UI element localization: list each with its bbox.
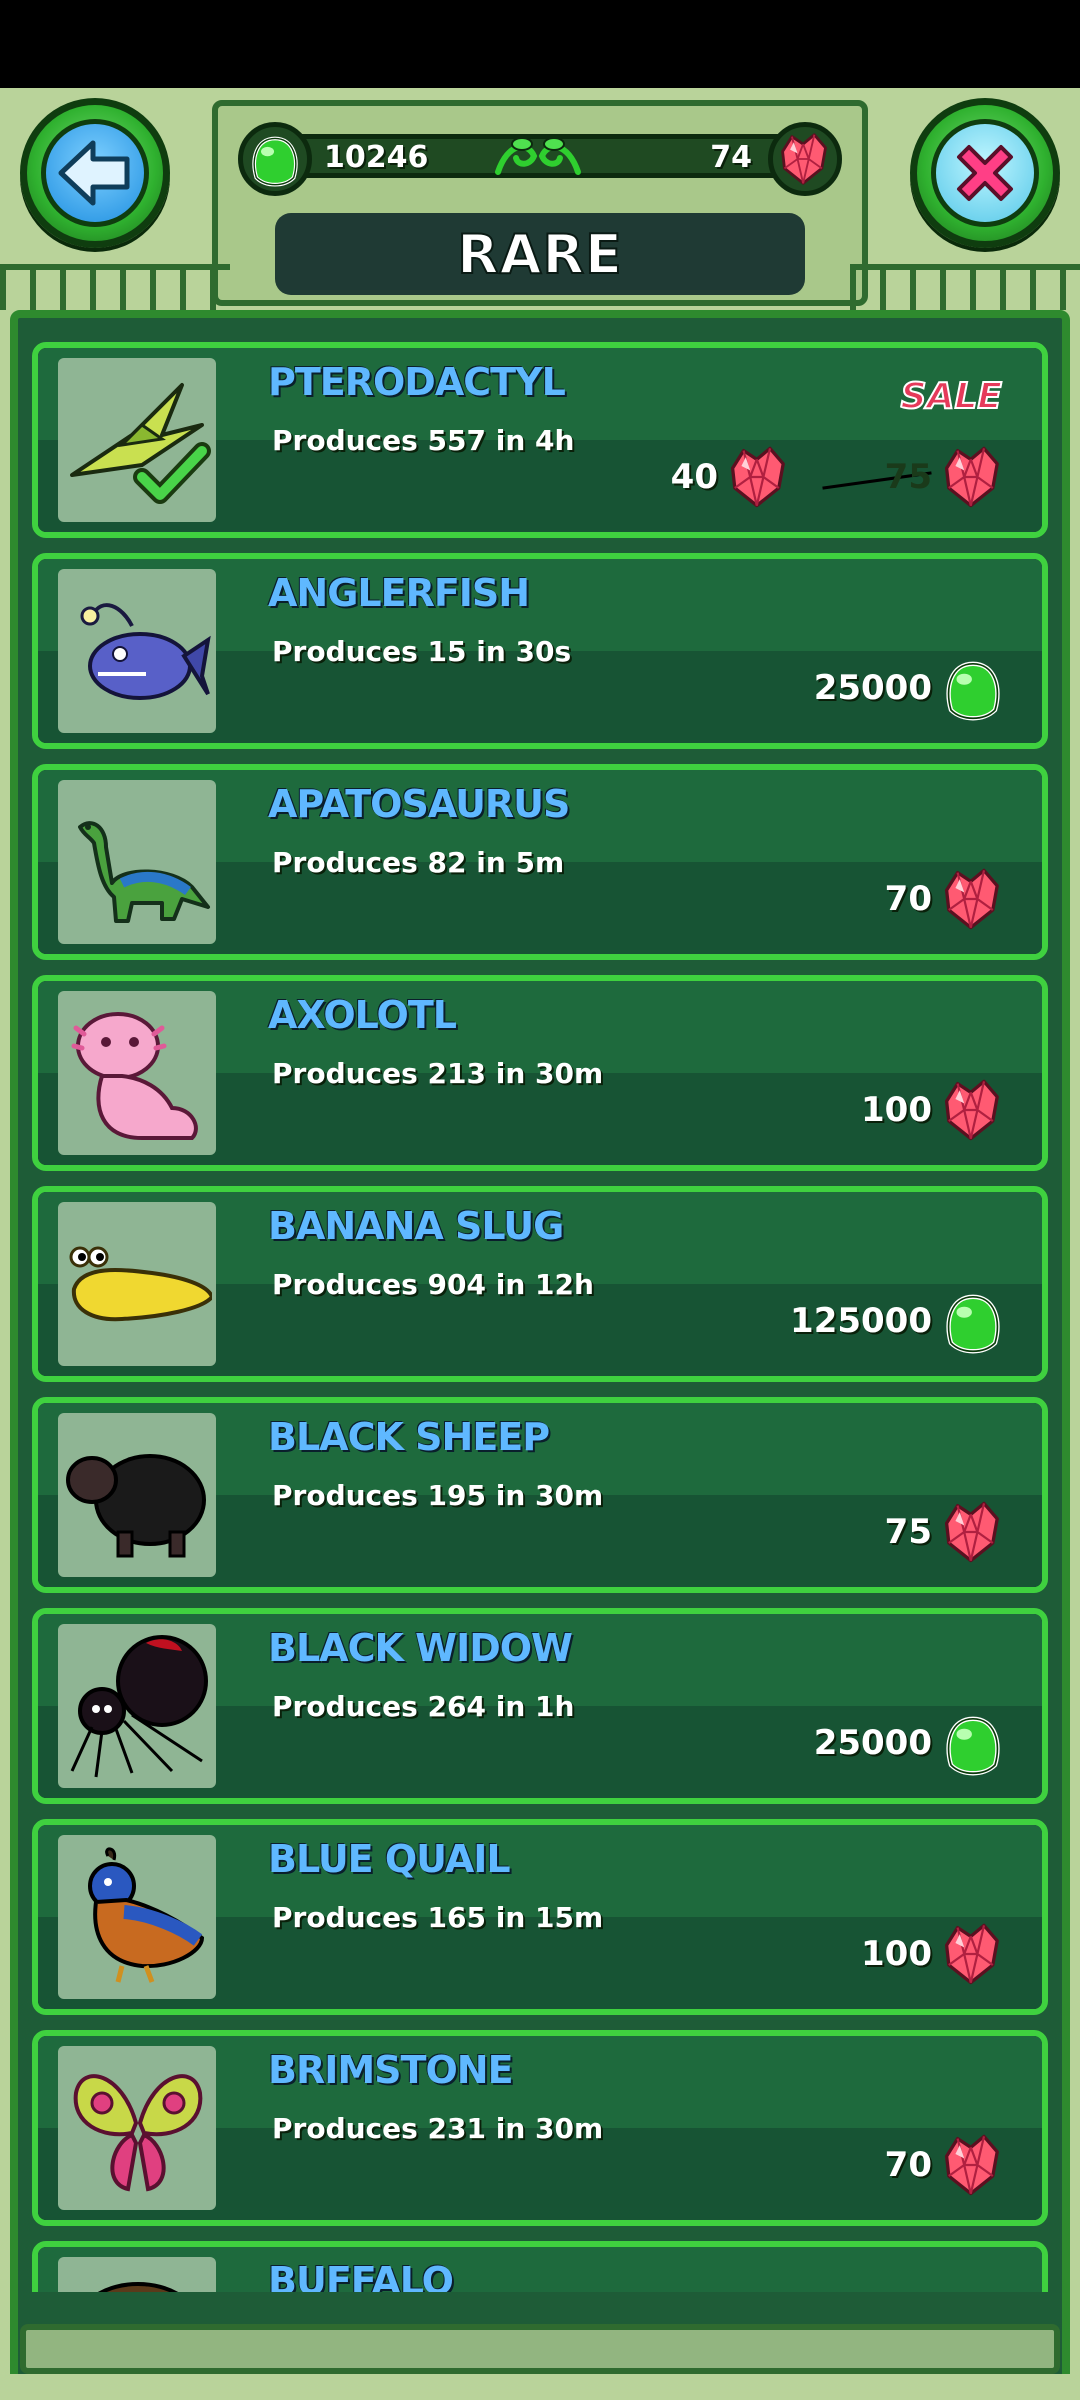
fence-decoration-right bbox=[850, 264, 1080, 310]
price-value: 25000 bbox=[813, 668, 932, 708]
back-button[interactable] bbox=[20, 98, 170, 248]
item-name: AXOLOTL bbox=[268, 993, 457, 1037]
item-name: APATOSAURUS bbox=[268, 782, 570, 826]
status-bar bbox=[0, 0, 1080, 88]
banana-slug-icon bbox=[58, 1202, 216, 1366]
list-item-pterodactyl[interactable]: PTERODACTYL Produces 557 in 4h SALE 40 7… bbox=[32, 342, 1048, 538]
vine-ornament-icon bbox=[478, 122, 598, 188]
item-name: BRIMSTONE bbox=[268, 2048, 514, 2092]
item-produces: Produces 264 in 1h bbox=[272, 1690, 575, 1723]
back-arrow-icon bbox=[41, 119, 149, 227]
creature-list[interactable]: PTERODACTYL Produces 557 in 4h SALE 40 7… bbox=[32, 342, 1048, 2292]
item-produces: Produces 165 in 15m bbox=[272, 1901, 604, 1934]
bean-icon bbox=[940, 655, 1006, 721]
list-item-brimstone[interactable]: BRIMSTONE Produces 231 in 30m 70 bbox=[32, 2030, 1048, 2226]
brimstone-icon bbox=[58, 2046, 216, 2210]
buffalo-icon bbox=[58, 2257, 216, 2292]
price-value: 100 bbox=[861, 1934, 932, 1974]
gem-icon bbox=[730, 446, 785, 508]
price[interactable]: 25000 bbox=[814, 1710, 1006, 1776]
fence-decoration-left bbox=[0, 264, 230, 310]
gem-currency-icon bbox=[768, 122, 842, 196]
axolotl-icon bbox=[58, 991, 216, 1155]
list-item-blue-quail[interactable]: BLUE QUAIL Produces 165 in 15m 100 bbox=[32, 1819, 1048, 2015]
black-sheep-icon bbox=[58, 1413, 216, 1577]
gem-icon bbox=[944, 446, 999, 508]
price[interactable]: 100 bbox=[861, 1077, 1006, 1143]
apatosaurus-icon bbox=[58, 780, 216, 944]
pterodactyl-icon bbox=[58, 358, 216, 522]
list-item-black-widow[interactable]: BLACK WIDOW Produces 264 in 1h 25000 bbox=[32, 1608, 1048, 1804]
price-value: 25000 bbox=[813, 1723, 932, 1763]
price[interactable]: 100 bbox=[861, 1921, 1006, 1987]
list-item-axolotl[interactable]: AXOLOTL Produces 213 in 30m 100 bbox=[32, 975, 1048, 1171]
item-produces: Produces 904 in 12h bbox=[272, 1268, 594, 1301]
item-name: BUFFALO bbox=[268, 2259, 454, 2292]
item-name: PTERODACTYL bbox=[268, 360, 566, 404]
bean-icon bbox=[940, 1288, 1006, 1354]
price-value: 125000 bbox=[790, 1301, 932, 1341]
item-name: BANANA SLUG bbox=[268, 1204, 564, 1248]
item-produces: Produces 557 in 4h bbox=[272, 424, 575, 457]
list-item-black-sheep[interactable]: BLACK SHEEP Produces 195 in 30m 75 bbox=[32, 1397, 1048, 1593]
price-value: 75 bbox=[884, 1512, 932, 1552]
page-title-plate: RARE bbox=[275, 213, 805, 295]
item-name: BLUE QUAIL bbox=[268, 1837, 511, 1881]
gem-icon bbox=[944, 1079, 999, 1141]
price[interactable]: 75 bbox=[885, 1499, 1006, 1565]
gem-icon bbox=[944, 2134, 999, 2196]
gems-count: 74 bbox=[710, 140, 752, 175]
item-produces: Produces 15 in 30s bbox=[272, 635, 572, 668]
list-item-buffalo[interactable]: BUFFALO bbox=[32, 2241, 1048, 2292]
item-produces: Produces 82 in 5m bbox=[272, 846, 565, 879]
list-item-apatosaurus[interactable]: APATOSAURUS Produces 82 in 5m 70 bbox=[32, 764, 1048, 960]
close-button[interactable] bbox=[910, 98, 1060, 248]
sale-badge: SALE bbox=[900, 375, 1003, 418]
gem-icon bbox=[944, 1923, 999, 1985]
item-name: ANGLERFISH bbox=[268, 571, 530, 615]
price[interactable]: 25000 bbox=[814, 655, 1006, 721]
bean-currency-icon bbox=[238, 122, 312, 196]
original-price: 75 bbox=[885, 444, 1006, 510]
price[interactable]: 70 bbox=[885, 2132, 1006, 2198]
item-produces: Produces 195 in 30m bbox=[272, 1479, 604, 1512]
list-item-banana-slug[interactable]: BANANA SLUG Produces 904 in 12h 125000 bbox=[32, 1186, 1048, 1382]
item-name: BLACK WIDOW bbox=[268, 1626, 573, 1670]
gem-icon bbox=[944, 868, 999, 930]
price-value: 70 bbox=[884, 2145, 932, 2185]
price-value: 100 bbox=[861, 1090, 932, 1130]
black-widow-icon bbox=[58, 1624, 216, 1788]
item-produces: Produces 231 in 30m bbox=[272, 2112, 604, 2145]
price[interactable]: 125000 bbox=[790, 1288, 1006, 1354]
beans-count: 10246 bbox=[324, 140, 429, 175]
sale-price[interactable]: 40 bbox=[671, 444, 792, 510]
shop-panel: PTERODACTYL Produces 557 in 4h SALE 40 7… bbox=[0, 310, 1080, 2400]
page-title: RARE bbox=[456, 222, 623, 287]
price-value: 70 bbox=[884, 879, 932, 919]
original-price-value: 75 bbox=[884, 457, 932, 497]
anglerfish-icon bbox=[58, 569, 216, 733]
gem-icon bbox=[944, 1501, 999, 1563]
sale-price-value: 40 bbox=[670, 457, 718, 497]
currency-bar: 10246 74 bbox=[238, 122, 842, 196]
list-item-anglerfish[interactable]: ANGLERFISH Produces 15 in 30s 25000 bbox=[32, 553, 1048, 749]
item-name: BLACK SHEEP bbox=[268, 1415, 550, 1459]
price[interactable]: 70 bbox=[885, 866, 1006, 932]
close-x-icon bbox=[931, 119, 1039, 227]
item-produces: Produces 213 in 30m bbox=[272, 1057, 604, 1090]
bean-icon bbox=[940, 1710, 1006, 1776]
blue-quail-icon bbox=[58, 1835, 216, 1999]
